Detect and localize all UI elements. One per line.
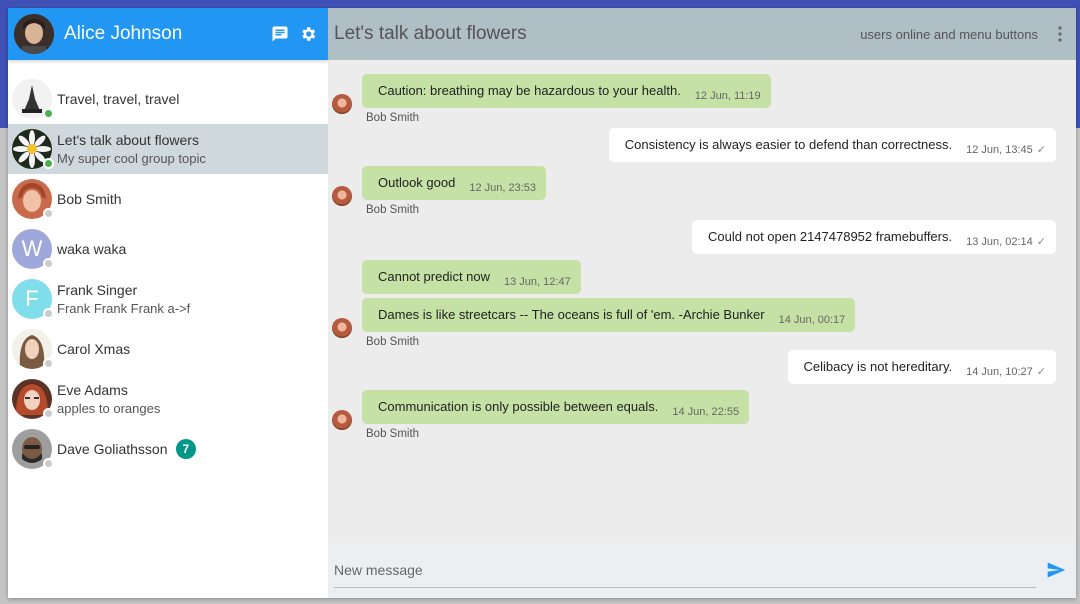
online-status-dot bbox=[43, 108, 54, 119]
message-list: Caution: breathing may be hazardous to y… bbox=[328, 60, 1076, 542]
contact-name: Let's talk about flowers bbox=[57, 132, 199, 148]
message-bubble[interactable]: Could not open 2147478952 framebuffers. … bbox=[692, 220, 1056, 254]
chat-header: Let's talk about flowers users online an… bbox=[328, 8, 1076, 60]
contact-item[interactable]: Carol Xmas bbox=[8, 324, 328, 374]
sender-avatar bbox=[332, 318, 352, 338]
contact-item[interactable]: Travel, travel, travel bbox=[8, 74, 328, 124]
offline-status-dot bbox=[43, 408, 54, 419]
contact-subtitle: My super cool group topic bbox=[57, 151, 206, 166]
message-bubble[interactable]: Caution: breathing may be hazardous to y… bbox=[362, 74, 771, 108]
message-time: 13 Jun, 12:47 bbox=[504, 276, 571, 288]
contact-item[interactable]: Dave Goliathsson 7 bbox=[8, 424, 328, 474]
message-text: Could not open 2147478952 framebuffers. bbox=[708, 229, 953, 244]
contact-item-selected[interactable]: Let's talk about flowers My super cool g… bbox=[8, 124, 328, 174]
message-time: 14 Jun, 22:55 bbox=[672, 406, 740, 418]
offline-status-dot bbox=[43, 258, 54, 269]
message-sender: Bob Smith bbox=[366, 428, 420, 440]
message-text: Caution: breathing may be hazardous to y… bbox=[378, 83, 681, 98]
message-text: Consistency is always easier to defend t… bbox=[624, 137, 953, 152]
message-outgoing: Celibacy is not hereditary. 14 Jun, 10:2… bbox=[787, 350, 1056, 384]
message-bubble[interactable]: Dames is like streetcars -- The oceans i… bbox=[362, 298, 856, 332]
user-name: Alice Johnson bbox=[64, 23, 183, 44]
sender-avatar bbox=[332, 410, 352, 430]
message-incoming: Caution: breathing may be hazardous to y… bbox=[362, 74, 771, 124]
chat-app: Alice Johnson Travel, travel, travel Let… bbox=[8, 8, 1076, 598]
send-icon[interactable] bbox=[1042, 556, 1070, 584]
message-composer bbox=[328, 542, 1076, 598]
contact-item[interactable]: Eve Adams apples to oranges bbox=[8, 374, 328, 424]
sidebar-header: Alice Johnson bbox=[8, 8, 328, 60]
read-check-icon: ✓ bbox=[1036, 366, 1046, 378]
message-incoming: Outlook good 12 Jun, 23:53 Bob Smith bbox=[362, 166, 547, 216]
sidebar: Alice Johnson Travel, travel, travel Let… bbox=[8, 8, 328, 598]
message-incoming: Dames is like streetcars -- The oceans i… bbox=[362, 298, 856, 348]
message-text: Communication is only possible between e… bbox=[378, 399, 659, 414]
message-time: 13 Jun, 02:14 bbox=[966, 236, 1033, 248]
message-bubble[interactable]: Outlook good 12 Jun, 23:53 bbox=[362, 166, 547, 200]
contact-item[interactable]: Bob Smith bbox=[8, 174, 328, 224]
message-incoming: Communication is only possible between e… bbox=[362, 390, 750, 440]
message-time: 14 Jun, 10:27 bbox=[966, 366, 1033, 378]
message-sender: Bob Smith bbox=[366, 112, 420, 124]
gear-icon[interactable] bbox=[294, 20, 322, 48]
contact-name: Travel, travel, travel bbox=[57, 91, 180, 107]
contact-item[interactable]: F Frank Singer Frank Frank Frank a->f bbox=[8, 274, 328, 324]
sender-avatar bbox=[332, 186, 352, 206]
message-time: 14 Jun, 00:17 bbox=[778, 314, 846, 326]
sender-avatar bbox=[332, 94, 352, 114]
message-bubble[interactable]: Celibacy is not hereditary. 14 Jun, 10:2… bbox=[787, 350, 1056, 384]
user-avatar[interactable] bbox=[14, 14, 54, 54]
more-vert-icon[interactable] bbox=[1050, 20, 1070, 48]
chat-icon[interactable] bbox=[266, 20, 294, 48]
contact-name: Dave Goliathsson bbox=[57, 441, 168, 457]
message-time: 12 Jun, 13:45 bbox=[966, 144, 1033, 156]
contact-subtitle: apples to oranges bbox=[57, 401, 161, 416]
message-text: Outlook good bbox=[378, 175, 456, 190]
contact-name: Carol Xmas bbox=[57, 341, 131, 357]
offline-status-dot bbox=[43, 208, 54, 219]
message-bubble[interactable]: Communication is only possible between e… bbox=[362, 390, 750, 424]
chat-panel: Let's talk about flowers users online an… bbox=[328, 8, 1076, 598]
chat-actions-placeholder: users online and menu buttons bbox=[860, 26, 1038, 42]
message-time: 12 Jun, 23:53 bbox=[469, 182, 537, 194]
message-incoming: Cannot predict now 13 Jun, 12:47 bbox=[362, 260, 581, 294]
new-message-input[interactable] bbox=[334, 552, 1036, 588]
contact-item[interactable]: W waka waka bbox=[8, 224, 328, 274]
message-time: 12 Jun, 11:19 bbox=[694, 90, 761, 102]
message-text: Dames is like streetcars -- The oceans i… bbox=[378, 307, 765, 322]
message-text: Cannot predict now bbox=[378, 269, 491, 284]
message-outgoing: Could not open 2147478952 framebuffers. … bbox=[692, 220, 1056, 254]
contact-name: Eve Adams bbox=[57, 382, 128, 398]
contact-subtitle: Frank Frank Frank a->f bbox=[57, 301, 191, 316]
contact-name: Bob Smith bbox=[57, 191, 122, 207]
offline-status-dot bbox=[43, 458, 54, 469]
message-bubble[interactable]: Consistency is always easier to defend t… bbox=[608, 128, 1056, 162]
online-status-dot bbox=[43, 158, 54, 169]
message-sender: Bob Smith bbox=[366, 336, 420, 348]
message-bubble[interactable]: Cannot predict now 13 Jun, 12:47 bbox=[362, 260, 581, 294]
read-check-icon: ✓ bbox=[1036, 144, 1046, 156]
offline-status-dot bbox=[43, 308, 54, 319]
chat-title: Let's talk about flowers bbox=[334, 23, 527, 44]
offline-status-dot bbox=[43, 358, 54, 369]
contact-list: Travel, travel, travel Let's talk about … bbox=[8, 60, 328, 598]
message-sender: Bob Smith bbox=[366, 204, 420, 216]
unread-count-badge: 7 bbox=[175, 439, 197, 459]
contact-name: waka waka bbox=[57, 241, 127, 257]
message-text: Celibacy is not hereditary. bbox=[803, 359, 953, 374]
read-check-icon: ✓ bbox=[1036, 236, 1046, 248]
message-outgoing: Consistency is always easier to defend t… bbox=[608, 128, 1056, 162]
contact-name: Frank Singer bbox=[57, 282, 138, 298]
